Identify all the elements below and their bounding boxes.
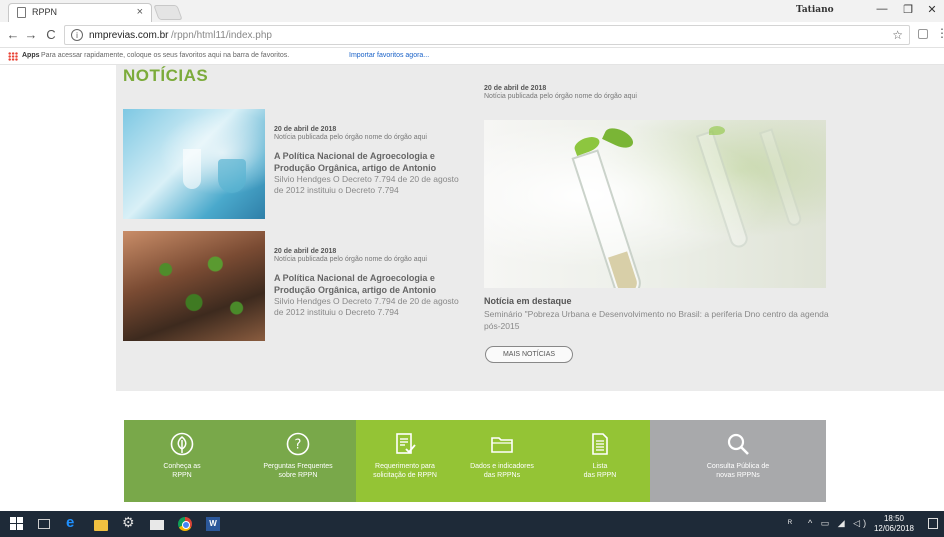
folder-icon (491, 437, 513, 453)
news-section: NOTÍCIAS 20 de abril de 2018 Notícia pub… (116, 65, 944, 391)
service-conheca-rppn[interactable]: Conheça as RPPN (124, 420, 240, 502)
apps-grid-icon[interactable] (8, 52, 18, 61)
featured-date: 20 de abril de 2018 (484, 85, 547, 92)
chrome-icon[interactable] (178, 517, 192, 531)
edge-browser-icon[interactable]: e (66, 514, 80, 531)
service-label: sobre RPPN (278, 472, 318, 479)
settings-gear-icon[interactable]: ⚙ (122, 514, 136, 530)
news-date: 20 de abril de 2018 (274, 126, 337, 133)
svg-text:?: ? (295, 438, 302, 453)
service-label: das RPPN (583, 472, 617, 479)
tab-title: RPPN (32, 7, 58, 17)
service-label: Perguntas Frequentes (263, 463, 333, 470)
clock-time: 18:50 (883, 514, 905, 523)
services-strip: Conheça as RPPN ? Perguntas Frequentes s… (124, 420, 826, 502)
clock-date: 12/06/2018 (873, 524, 915, 533)
news-excerpt: Silvio Hendges O Decreto 7.794 de 20 de … (274, 174, 459, 195)
question-icon: ? (286, 432, 310, 456)
service-label: novas RPPNs (716, 472, 760, 479)
star-icon[interactable]: ☆ (892, 28, 903, 42)
news-headline[interactable]: A Política Nacional de Agroecologia e Pr… (274, 150, 464, 174)
browser-toolbar: ← → C i nmprevias.com.br /rppn/html11/in… (0, 22, 944, 48)
news-source: Notícia publicada pelo órgão nome do órg… (274, 256, 427, 263)
url-host: nmprevias.com.br (89, 30, 169, 41)
news-meta: 20 de abril de 2018 Notícia publicada pe… (274, 126, 464, 196)
more-news-button[interactable]: MAIS NOTÍCIAS (485, 346, 573, 363)
service-label: Consulta Pública de (706, 463, 770, 470)
lab-scientist-image[interactable] (123, 109, 265, 219)
news-item[interactable]: 20 de abril de 2018 Notícia publicada pe… (123, 231, 463, 343)
menu-icon[interactable]: ⋮ (936, 26, 944, 40)
service-label: solicitação de RPPN (373, 472, 437, 479)
sprout-leaf (602, 124, 636, 152)
info-icon[interactable]: i (71, 29, 83, 41)
tab-close-icon[interactable]: × (137, 6, 143, 18)
bookmarks-bar: Apps Para acessar rapidamente, coloque o… (0, 48, 944, 65)
service-lista-rppn[interactable]: Lista das RPPN (550, 420, 650, 502)
profile-name[interactable]: Tatiano (796, 5, 834, 15)
service-label: Lista (592, 463, 608, 470)
document-check-icon (396, 433, 416, 454)
hands-seedlings-image[interactable] (123, 231, 265, 341)
taskbar-clock[interactable]: 18:50 12/06/2018 (872, 514, 916, 534)
news-item[interactable]: 20 de abril de 2018 Notícia publicada pe… (123, 109, 463, 221)
notification-icon[interactable] (928, 518, 938, 529)
service-label: Requerimento para (375, 463, 435, 470)
service-label: Dados e indicadores (470, 463, 534, 470)
close-icon[interactable]: ✕ (922, 3, 942, 16)
service-label: RPPN (172, 472, 192, 479)
windows-taskbar: e ⚙ W ᴿ ^ ▭ ◢ ◁) 18:50 12/06/2018 (0, 511, 944, 537)
news-meta: 20 de abril de 2018 Notícia publicada pe… (274, 248, 464, 318)
minimize-icon[interactable]: — (872, 3, 892, 15)
search-icon (727, 433, 749, 455)
section-title: NOTÍCIAS (123, 66, 209, 85)
people-icon[interactable]: ᴿ (788, 518, 792, 528)
word-icon[interactable]: W (206, 517, 220, 531)
sprout-leaf (709, 126, 725, 135)
test-tube-shape (758, 128, 804, 228)
test-tube-shape (695, 130, 751, 250)
service-perguntas-frequentes[interactable]: ? Perguntas Frequentes sobre RPPN (240, 420, 356, 502)
forward-icon[interactable]: → (24, 27, 38, 42)
reload-icon[interactable]: C (44, 27, 58, 42)
service-consulta-publica[interactable]: Consulta Pública de novas RPPNs (650, 420, 826, 502)
back-icon[interactable]: ← (6, 27, 20, 42)
import-bookmarks-link[interactable]: Importar favoritos agora... (349, 52, 429, 59)
extension-icon[interactable] (918, 29, 928, 39)
news-date: 20 de abril de 2018 (274, 248, 337, 255)
service-requerimento[interactable]: Requerimento para solicitação de RPPN (356, 420, 454, 502)
service-dados-indicadores[interactable]: Dados e indicadores das RPPNs (454, 420, 550, 502)
browser-tab-strip: RPPN × Tatiano — ❐ ✕ (0, 0, 944, 22)
system-tray-icons[interactable]: ^ ▭ ◢ ◁) (808, 518, 869, 529)
page-icon (17, 7, 26, 18)
url-path: /rppn/html11/index.php (171, 30, 272, 41)
task-view-icon[interactable] (38, 519, 50, 529)
maximize-icon[interactable]: ❐ (898, 3, 918, 16)
service-label: Conheça as (163, 463, 201, 470)
page-content: NOTÍCIAS 20 de abril de 2018 Notícia pub… (0, 65, 944, 511)
browser-tab[interactable]: RPPN × (8, 3, 152, 22)
apps-link[interactable]: Apps (22, 52, 40, 59)
new-tab-button[interactable] (153, 5, 183, 20)
news-headline[interactable]: A Política Nacional de Agroecologia e Pr… (274, 272, 464, 296)
test-tube-sprouts-image[interactable] (484, 120, 826, 288)
list-document-icon (592, 433, 608, 455)
featured-label: Notícia em destaque (484, 296, 572, 306)
news-source: Notícia publicada pelo órgão nome do órg… (274, 134, 427, 141)
bookmarks-hint: Para acessar rapidamente, coloque os seu… (41, 52, 290, 59)
featured-text[interactable]: Seminário "Pobreza Urbana e Desenvolvime… (484, 308, 834, 332)
mail-icon[interactable] (150, 520, 164, 530)
file-explorer-icon[interactable] (94, 520, 108, 531)
featured-source: Notícia publicada pelo órgão nome do órg… (484, 93, 637, 100)
address-bar[interactable]: i nmprevias.com.br /rppn/html11/index.ph… (64, 25, 910, 45)
windows-start-icon[interactable] (10, 517, 24, 531)
featured-news: 20 de abril de 2018 Notícia publicada pe… (484, 85, 834, 375)
test-tube-shape (571, 149, 645, 288)
service-label: das RPPNs (483, 472, 521, 479)
news-excerpt: Silvio Hendges O Decreto 7.794 de 20 de … (274, 296, 459, 317)
leaf-icon (170, 432, 194, 456)
